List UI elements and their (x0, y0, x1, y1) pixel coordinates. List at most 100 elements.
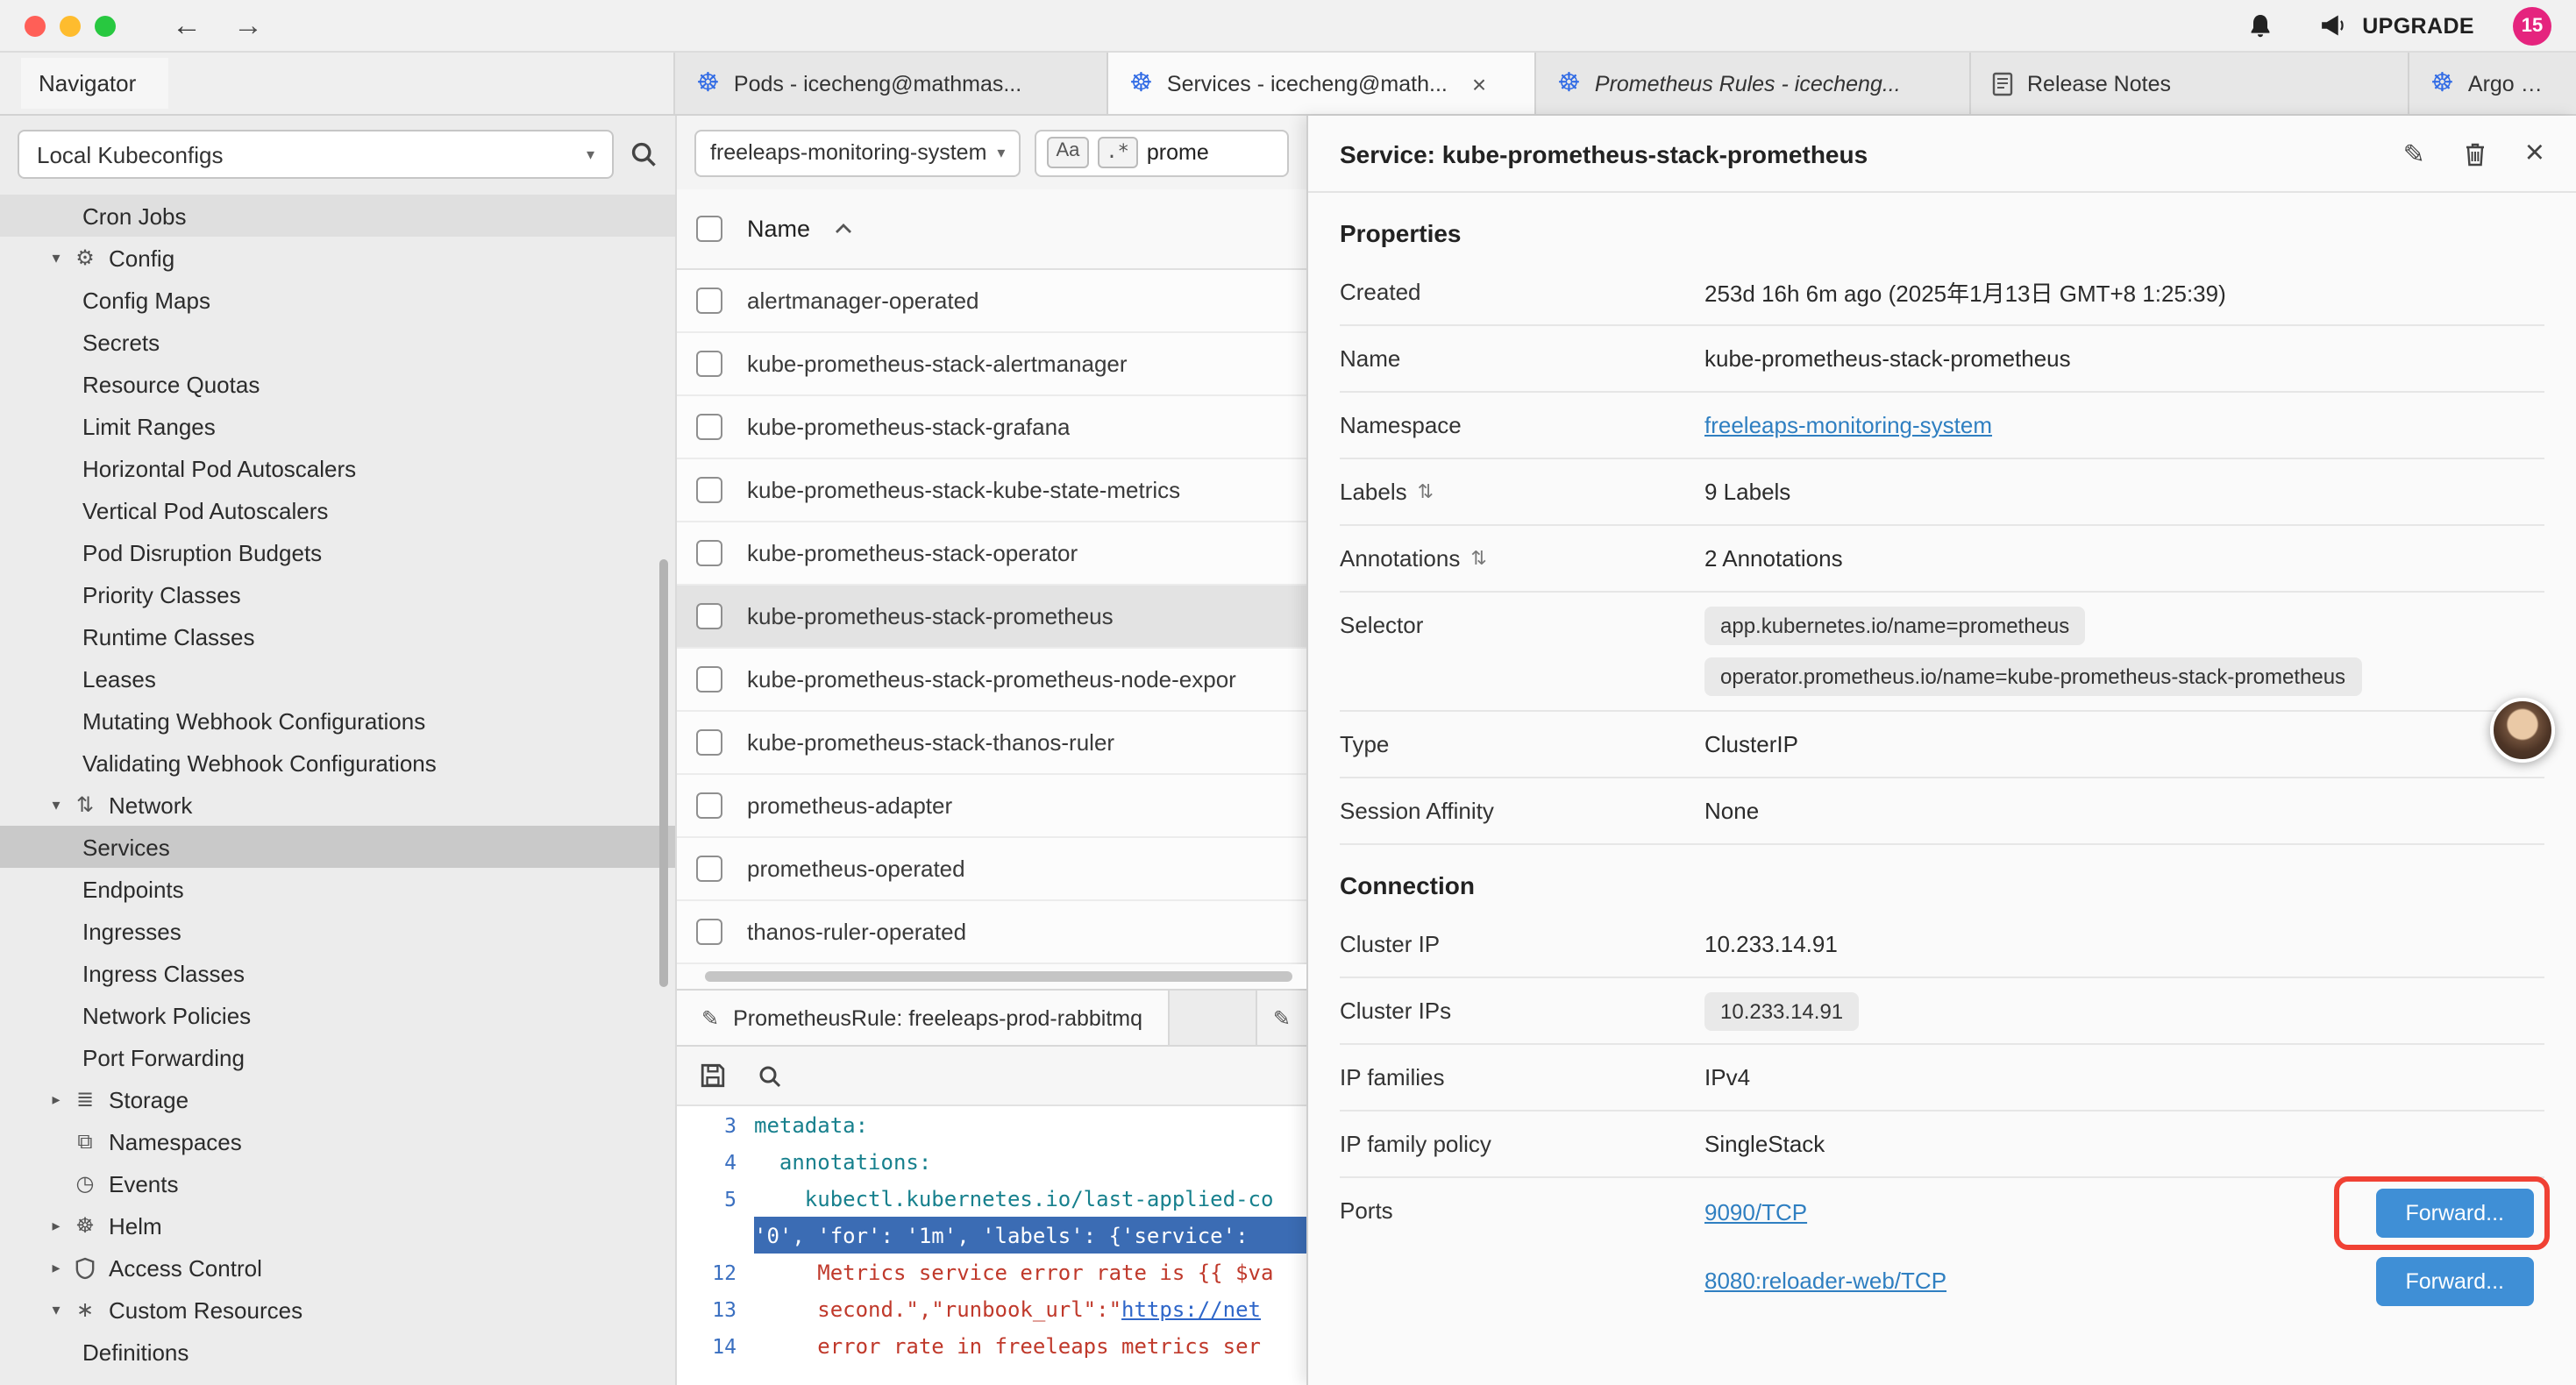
sidebar-item-ingress-classes[interactable]: Ingress Classes (0, 952, 675, 994)
table-row[interactable]: thanos-ruler-operated (677, 901, 1306, 964)
chevron-right-icon[interactable]: ▸ (42, 1090, 70, 1109)
sidebar-item-definitions[interactable]: Definitions (0, 1331, 675, 1373)
sidebar-item-endpoints[interactable]: Endpoints (0, 868, 675, 910)
yaml-editor[interactable]: 3 metadata: 4 annotations: 5 kubectl.kub… (677, 1106, 1306, 1385)
row-checkbox[interactable] (696, 414, 722, 440)
table-row[interactable]: kube-prometheus-stack-kube-state-metrics (677, 459, 1306, 522)
table-row[interactable]: kube-prometheus-stack-prometheus-node-ex… (677, 649, 1306, 712)
sidebar-item-config[interactable]: ▾ ⚙ Config (0, 237, 675, 279)
sidebar-item-services[interactable]: Services (0, 826, 675, 868)
chevron-down-icon[interactable]: ▾ (42, 795, 70, 814)
match-case-toggle[interactable]: Aa (1047, 138, 1088, 167)
port-link[interactable]: 9090/TCP (1704, 1199, 1807, 1225)
sort-ascending-icon[interactable] (835, 223, 852, 235)
horizontal-scrollbar-thumb[interactable] (705, 971, 1292, 982)
table-row[interactable]: prometheus-operated (677, 838, 1306, 901)
tab-pods[interactable]: ☸ Pods - icecheng@mathmas... (675, 53, 1108, 114)
avatar[interactable] (2490, 698, 2555, 763)
namespace-filter-dropdown[interactable]: freeleaps-monitoring-system ▾ (694, 129, 1021, 176)
row-checkbox[interactable] (696, 729, 722, 756)
sidebar-item-leases[interactable]: Leases (0, 657, 675, 700)
row-checkbox[interactable] (696, 792, 722, 819)
forward-button[interactable]: Forward... (2375, 1188, 2534, 1237)
sidebar-item-helm[interactable]: ▸ ☸ Helm (0, 1204, 675, 1246)
sidebar-item-cron-jobs[interactable]: Cron Jobs (0, 195, 675, 237)
port-link[interactable]: 8080:reloader-web/TCP (1704, 1268, 1946, 1294)
row-checkbox[interactable] (696, 288, 722, 314)
row-checkbox[interactable] (696, 540, 722, 566)
sidebar-item-runtime-classes[interactable]: Runtime Classes (0, 615, 675, 657)
row-checkbox[interactable] (696, 351, 722, 377)
asterisk-icon: ∗ (70, 1297, 100, 1322)
table-row[interactable]: alertmanager-operated (677, 270, 1306, 333)
tab-bar: Navigator ☸ Pods - icecheng@mathmas... ☸… (0, 53, 2576, 116)
sidebar-item-network-policies[interactable]: Network Policies (0, 994, 675, 1036)
expand-updown-icon[interactable]: ⇅ (1470, 547, 1486, 570)
expand-updown-icon[interactable]: ⇅ (1418, 480, 1434, 503)
sidebar-item-config-maps[interactable]: Config Maps (0, 279, 675, 321)
chevron-right-icon[interactable]: ▸ (42, 1258, 70, 1277)
sidebar-scrollbar[interactable] (659, 559, 668, 987)
table-row[interactable]: kube-prometheus-stack-thanos-ruler (677, 712, 1306, 775)
sidebar-item-resource-quotas[interactable]: Resource Quotas (0, 363, 675, 405)
close-window-button[interactable] (25, 15, 46, 36)
upgrade-button[interactable]: UPGRADE (2320, 13, 2474, 38)
row-checkbox[interactable] (696, 856, 722, 882)
sidebar-item-priority-classes[interactable]: Priority Classes (0, 573, 675, 615)
sidebar-item-access-control[interactable]: ▸ Access Control (0, 1246, 675, 1289)
sidebar-item-horizontal-pod-autoscalers[interactable]: Horizontal Pod Autoscalers (0, 447, 675, 489)
chevron-down-icon[interactable]: ▾ (42, 1300, 70, 1319)
sidebar-item-port-forwarding[interactable]: Port Forwarding (0, 1036, 675, 1078)
tab-services[interactable]: ☸ Services - icecheng@math... × (1108, 53, 1536, 114)
forward-button[interactable]: Forward... (2375, 1256, 2534, 1305)
sidebar-item-validating-webhook-configurations[interactable]: Validating Webhook Configurations (0, 742, 675, 784)
minimize-window-button[interactable] (60, 15, 81, 36)
forward-button[interactable]: → (233, 11, 263, 40)
table-row[interactable]: kube-prometheus-stack-operator (677, 522, 1306, 586)
sidebar-item-ingresses[interactable]: Ingresses (0, 910, 675, 952)
dock-tab-prometheusrule[interactable]: ✎ PrometheusRule: freeleaps-prod-rabbitm… (677, 991, 1169, 1045)
search-input[interactable] (1147, 140, 1259, 165)
namespace-link[interactable]: freeleaps-monitoring-system (1704, 412, 1992, 438)
zoom-window-button[interactable] (95, 15, 116, 36)
table-row[interactable]: kube-prometheus-stack-grafana (677, 396, 1306, 459)
close-icon[interactable]: × (2525, 137, 2544, 170)
sidebar-item-limit-ranges[interactable]: Limit Ranges (0, 405, 675, 447)
edit-icon[interactable]: ✎ (2403, 138, 2425, 169)
sidebar-item-namespaces[interactable]: ⧉ Namespaces (0, 1120, 675, 1162)
tab-release-notes[interactable]: Release Notes (1971, 53, 2409, 114)
sidebar-item-pod-disruption-budgets[interactable]: Pod Disruption Budgets (0, 531, 675, 573)
chevron-down-icon[interactable]: ▾ (42, 248, 70, 267)
regex-toggle[interactable]: .* (1097, 138, 1138, 167)
chevron-right-icon[interactable]: ▸ (42, 1216, 70, 1235)
notification-count-badge[interactable]: 15 (2513, 6, 2551, 45)
row-checkbox[interactable] (696, 666, 722, 692)
row-checkbox[interactable] (696, 477, 722, 503)
kubeconfig-selector[interactable]: Local Kubeconfigs ▾ (18, 130, 614, 179)
tab-prometheus-rules[interactable]: ☸ Prometheus Rules - icecheng... (1536, 53, 1971, 114)
sidebar-item-events[interactable]: ◷ Events (0, 1162, 675, 1204)
name-column-header[interactable]: Name (747, 216, 810, 242)
row-checkbox[interactable] (696, 603, 722, 629)
select-all-checkbox[interactable] (696, 216, 722, 242)
search-icon[interactable] (758, 1063, 782, 1088)
table-row[interactable]: prometheus-adapter (677, 775, 1306, 838)
sidebar-item-mutating-webhook-configurations[interactable]: Mutating Webhook Configurations (0, 700, 675, 742)
detail-header: Service: kube-prometheus-stack-prometheu… (1308, 116, 2576, 193)
sidebar-item-network[interactable]: ▾ ⇅ Network (0, 784, 675, 826)
table-row[interactable]: kube-prometheus-stack-alertmanager (677, 333, 1306, 396)
sidebar-item-secrets[interactable]: Secrets (0, 321, 675, 363)
search-icon[interactable] (630, 140, 658, 168)
back-button[interactable]: ← (172, 11, 202, 40)
tab-argo[interactable]: ☸ Argo Se... (2409, 53, 2576, 114)
tab-close-icon[interactable]: × (1472, 69, 1486, 97)
sidebar-item-custom-resources[interactable]: ▾ ∗ Custom Resources (0, 1289, 675, 1331)
sidebar-item-vertical-pod-autoscalers[interactable]: Vertical Pod Autoscalers (0, 489, 675, 531)
dock-tab-partial[interactable]: ✎ (1256, 991, 1306, 1045)
table-row-selected[interactable]: kube-prometheus-stack-prometheus (677, 586, 1306, 649)
trash-icon[interactable] (2464, 141, 2487, 166)
row-checkbox[interactable] (696, 919, 722, 945)
sidebar-item-storage[interactable]: ▸ ≣ Storage (0, 1078, 675, 1120)
save-icon[interactable] (700, 1062, 726, 1089)
notifications-bell-icon[interactable] (2246, 11, 2274, 39)
